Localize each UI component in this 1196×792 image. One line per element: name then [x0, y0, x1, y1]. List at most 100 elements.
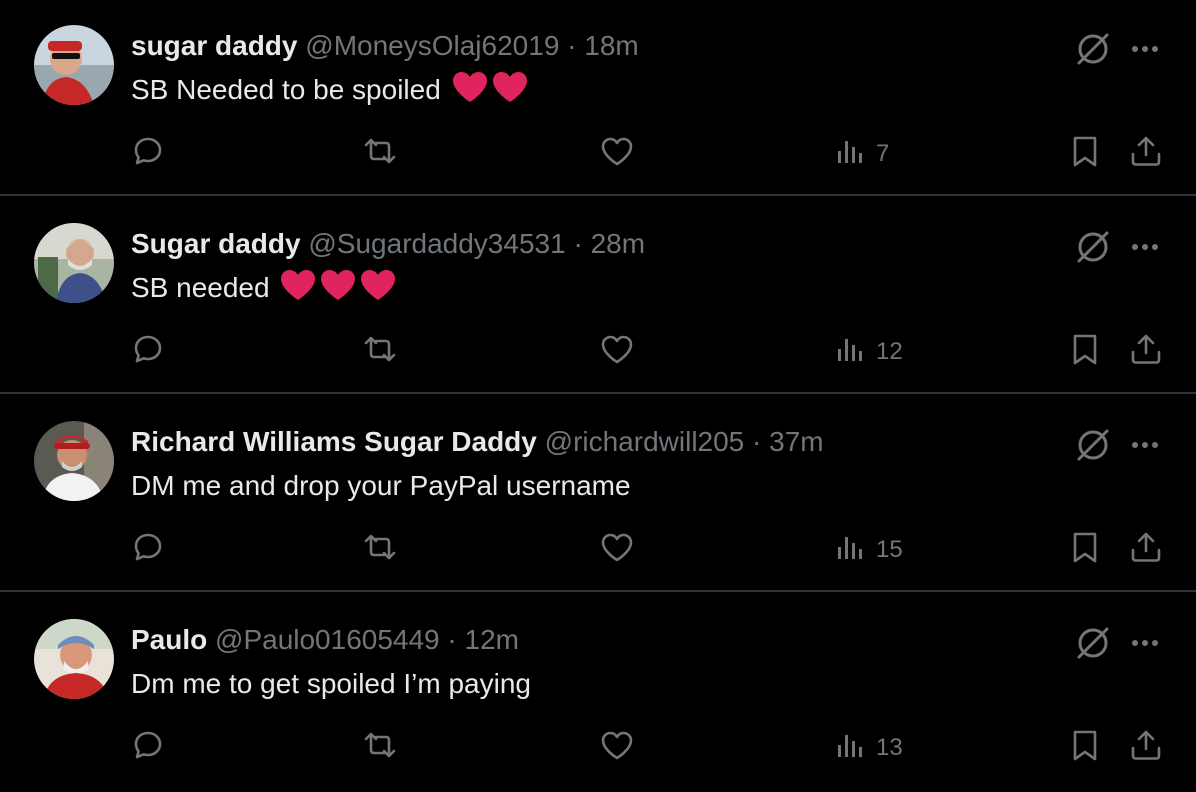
- reply-button[interactable]: [130, 528, 166, 572]
- avatar[interactable]: [34, 25, 114, 105]
- user-handle[interactable]: @Paulo01605449: [215, 624, 440, 655]
- like-icon: [598, 331, 636, 374]
- views-button[interactable]: 7: [834, 132, 889, 176]
- slashed-circle-icon[interactable]: [1074, 426, 1112, 464]
- timeline-feed: sugar daddy @MoneysOlaj62019 · 18m SB Ne…: [0, 0, 1196, 792]
- repost-icon: [360, 133, 400, 176]
- tweet[interactable]: sugar daddy @MoneysOlaj62019 · 18m SB Ne…: [0, 0, 1196, 196]
- views-button[interactable]: 12: [834, 330, 903, 374]
- bookmark-icon: [1068, 331, 1102, 374]
- share-icon: [1128, 331, 1164, 374]
- tweet[interactable]: Paulo @Paulo01605449 · 12m Dm me to get …: [0, 594, 1196, 790]
- views-count: 13: [876, 734, 903, 761]
- tweet-header: Paulo @Paulo01605449 · 12m: [131, 620, 519, 660]
- like-icon: [598, 727, 636, 770]
- views-button[interactable]: 15: [834, 528, 903, 572]
- tweet-actions: 12: [130, 330, 1166, 374]
- tweet[interactable]: Richard Williams Sugar Daddy @richardwil…: [0, 396, 1196, 592]
- user-handle[interactable]: @Sugardaddy34531: [308, 228, 565, 259]
- heart-emoji-group: [277, 270, 397, 303]
- tweet-actions: 7: [130, 132, 1166, 176]
- bookmark-button[interactable]: [1068, 726, 1102, 770]
- like-button[interactable]: [598, 330, 636, 374]
- bookmark-icon: [1068, 727, 1102, 770]
- bookmark-button[interactable]: [1068, 330, 1102, 374]
- tweet-text-content: Dm me to get spoiled I’m paying: [131, 668, 531, 699]
- tweet-header: sugar daddy @MoneysOlaj62019 · 18m: [131, 26, 639, 66]
- header-separator: ·: [573, 228, 583, 259]
- reply-icon: [130, 133, 166, 176]
- avatar[interactable]: [34, 619, 114, 699]
- like-button[interactable]: [598, 132, 636, 176]
- slashed-circle-icon[interactable]: [1074, 30, 1112, 68]
- tweet-text: DM me and drop your PayPal username: [131, 466, 631, 506]
- more-dots-icon[interactable]: [1130, 440, 1160, 450]
- tweet-header: Sugar daddy @Sugardaddy34531 · 28m: [131, 224, 645, 264]
- red-heart-emoji-icon: [491, 70, 529, 115]
- repost-button[interactable]: [360, 726, 400, 770]
- tweet-text-content: SB Needed to be spoiled: [131, 74, 441, 105]
- timestamp[interactable]: 28m: [591, 228, 645, 259]
- bookmark-button[interactable]: [1068, 528, 1102, 572]
- share-icon: [1128, 727, 1164, 770]
- display-name[interactable]: Sugar daddy: [131, 228, 301, 259]
- tweet[interactable]: Sugar daddy @Sugardaddy34531 · 28m SB ne…: [0, 198, 1196, 394]
- timestamp[interactable]: 12m: [465, 624, 519, 655]
- like-button[interactable]: [598, 726, 636, 770]
- user-handle[interactable]: @richardwill205: [545, 426, 745, 457]
- share-button[interactable]: [1128, 528, 1164, 572]
- tweet-actions: 15: [130, 528, 1166, 572]
- tweet-text: SB Needed to be spoiled: [131, 70, 529, 115]
- slashed-circle-icon[interactable]: [1074, 228, 1112, 266]
- display-name[interactable]: sugar daddy: [131, 30, 297, 61]
- slashed-circle-icon[interactable]: [1074, 624, 1112, 662]
- reply-icon: [130, 529, 166, 572]
- red-heart-emoji-icon: [319, 268, 357, 313]
- timestamp[interactable]: 37m: [769, 426, 823, 457]
- share-icon: [1128, 529, 1164, 572]
- reply-button[interactable]: [130, 132, 166, 176]
- more-dots-icon[interactable]: [1130, 44, 1160, 54]
- avatar[interactable]: [34, 421, 114, 501]
- user-handle[interactable]: @MoneysOlaj62019: [305, 30, 559, 61]
- share-button[interactable]: [1128, 726, 1164, 770]
- tweet-text: Dm me to get spoiled I’m paying: [131, 664, 531, 704]
- display-name[interactable]: Richard Williams Sugar Daddy: [131, 426, 537, 457]
- tweet-actions: 13: [130, 726, 1166, 770]
- repost-icon: [360, 727, 400, 770]
- like-button[interactable]: [598, 528, 636, 572]
- share-button[interactable]: [1128, 330, 1164, 374]
- repost-button[interactable]: [360, 132, 400, 176]
- views-count: 15: [876, 536, 903, 563]
- tweet-header: Richard Williams Sugar Daddy @richardwil…: [131, 422, 824, 462]
- like-icon: [598, 133, 636, 176]
- share-button[interactable]: [1128, 132, 1164, 176]
- repost-button[interactable]: [360, 528, 400, 572]
- repost-icon: [360, 331, 400, 374]
- repost-icon: [360, 529, 400, 572]
- heart-emoji-group: [449, 72, 529, 105]
- views-icon: [834, 133, 866, 176]
- views-count: 7: [876, 140, 890, 167]
- reply-icon: [130, 727, 166, 770]
- header-separator: ·: [752, 426, 762, 457]
- header-separator: ·: [567, 30, 577, 61]
- reply-button[interactable]: [130, 330, 166, 374]
- bookmark-button[interactable]: [1068, 132, 1102, 176]
- header-separator: ·: [447, 624, 457, 655]
- reply-icon: [130, 331, 166, 374]
- views-icon: [834, 331, 866, 374]
- avatar[interactable]: [34, 223, 114, 303]
- views-icon: [834, 727, 866, 770]
- reply-button[interactable]: [130, 726, 166, 770]
- display-name[interactable]: Paulo: [131, 624, 207, 655]
- views-icon: [834, 529, 866, 572]
- bookmark-icon: [1068, 529, 1102, 572]
- like-icon: [598, 529, 636, 572]
- views-button[interactable]: 13: [834, 726, 903, 770]
- more-dots-icon[interactable]: [1130, 242, 1160, 252]
- repost-button[interactable]: [360, 330, 400, 374]
- more-dots-icon[interactable]: [1130, 638, 1160, 648]
- timestamp[interactable]: 18m: [584, 30, 638, 61]
- tweet-text: SB needed: [131, 268, 397, 313]
